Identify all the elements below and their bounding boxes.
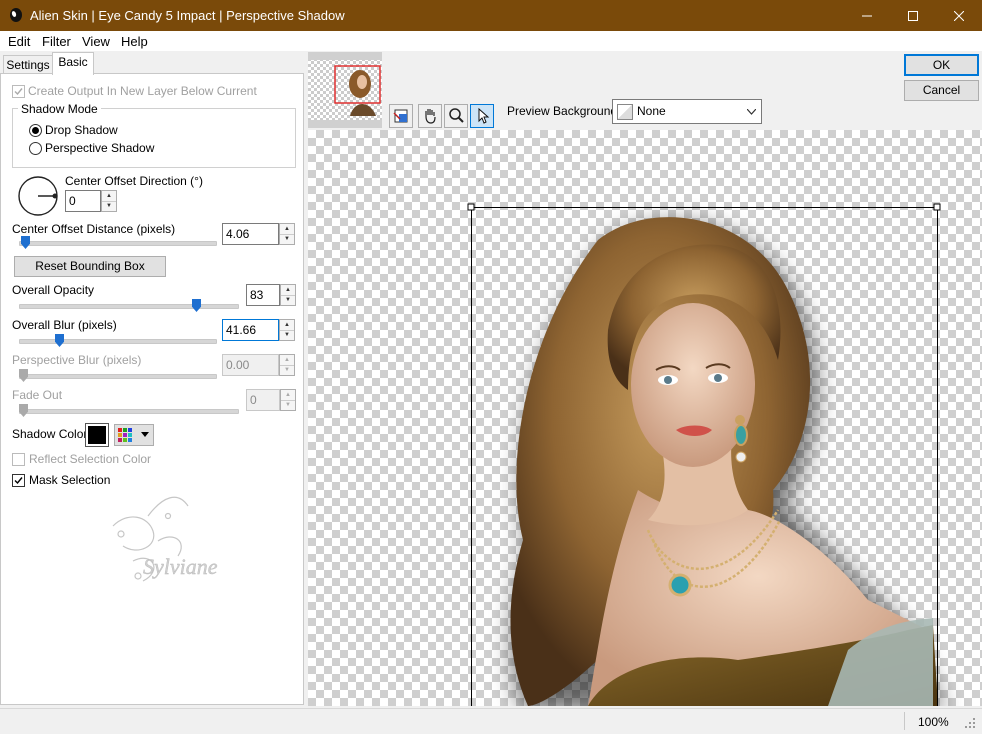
create-output-label: Create Output In New Layer Below Current [28,84,257,98]
perspective-blur-input[interactable]: 0.00 [222,354,279,376]
hand-tool-button[interactable] [418,104,442,128]
chevron-down-icon [141,432,149,437]
zoom-level: 100% [918,715,949,729]
background-swatch-icon [617,104,633,120]
perspective-blur-label: Perspective Blur (pixels) [12,353,142,367]
pointer-tool-icon [478,107,490,124]
pointer-tool-button[interactable] [470,104,494,128]
center-offset-distance-slider[interactable] [19,241,217,246]
drop-shadow-label: Drop Shadow [45,123,118,137]
checkmark-icon [14,88,23,96]
menu-filter[interactable]: Filter [42,34,71,49]
preview-image [467,203,942,706]
shadow-mode-group [12,108,296,168]
cancel-button[interactable]: Cancel [904,80,979,101]
tab-strip: Settings Basic [0,52,305,75]
zoom-tool-button[interactable] [444,104,468,128]
navigator-tool-button[interactable] [389,104,413,128]
drop-shadow-radio[interactable] [29,124,42,137]
center-offset-distance-label: Center Offset Distance (pixels) [12,222,176,236]
perspective-blur-stepper[interactable]: ▲ ▼ [279,354,295,376]
preview-background-value: None [637,104,666,118]
overall-blur-slider[interactable] [19,339,217,344]
center-offset-distance-input[interactable]: 4.06 [222,223,279,245]
fade-out-input[interactable]: 0 [246,389,280,411]
chevron-down-icon [747,109,756,115]
basic-settings-panel: Create Output In New Layer Below Current… [0,73,304,705]
window-title: Alien Skin | Eye Candy 5 Impact | Perspe… [30,8,345,23]
reset-bounding-box-button[interactable]: Reset Bounding Box [14,256,166,277]
ok-button[interactable]: OK [904,54,979,76]
overall-opacity-thumb[interactable] [192,299,201,312]
perspective-blur-slider[interactable] [19,374,217,379]
perspective-shadow-label: Perspective Shadow [45,141,155,155]
center-offset-direction-input[interactable]: 0 [65,190,101,212]
preview-background-label: Preview Background: [507,104,621,118]
center-offset-direction-stepper[interactable]: ▲ ▼ [101,190,117,212]
overall-opacity-input[interactable]: 83 [246,284,280,306]
fade-out-thumb[interactable] [19,404,28,417]
checkmark-icon [14,477,23,485]
fade-out-stepper[interactable]: ▲ ▼ [280,389,296,411]
tab-settings[interactable]: Settings [3,55,53,75]
fade-out-slider[interactable] [19,409,239,414]
perspective-shadow-radio[interactable] [29,142,42,155]
tab-basic[interactable]: Basic [52,52,94,75]
center-offset-distance-thumb[interactable] [21,236,30,249]
preview-background-dropdown[interactable]: None [612,99,762,124]
close-icon [954,10,964,21]
close-button[interactable] [936,0,982,31]
center-offset-direction-label: Center Offset Direction (°) [65,174,203,188]
overall-blur-label: Overall Blur (pixels) [12,318,117,332]
reflect-selection-color-label: Reflect Selection Color [29,452,152,466]
preview-navigator-icon [393,109,408,123]
color-palette-dropdown[interactable] [114,424,154,446]
fade-out-label: Fade Out [12,388,63,402]
create-output-checkbox[interactable] [12,85,25,98]
preview-canvas[interactable] [308,130,982,706]
signature-watermark: Sylviane [112,496,218,582]
mask-selection-label: Mask Selection [29,473,111,487]
menu-view[interactable]: View [82,34,110,49]
menu-help[interactable]: Help [121,34,148,49]
zoom-tool-icon [449,108,464,123]
minimize-button[interactable] [844,0,890,31]
menu-edit[interactable]: Edit [8,34,30,49]
title-bar: Alien Skin | Eye Candy 5 Impact | Perspe… [0,0,982,31]
perspective-blur-thumb[interactable] [19,369,28,382]
watermark-text: Sylviane [143,554,218,579]
maximize-button[interactable] [890,0,936,31]
resize-grip-icon[interactable] [964,717,976,729]
shadow-color-label: Shadow Color [12,427,88,441]
direction-dial[interactable] [17,175,59,217]
overall-blur-stepper[interactable]: ▲ ▼ [279,319,295,341]
overall-opacity-slider[interactable] [19,304,239,309]
menu-bar: Edit Filter View Help [0,31,982,51]
reflect-selection-color-checkbox[interactable] [12,453,25,466]
overall-blur-thumb[interactable] [55,334,64,347]
mask-selection-checkbox[interactable] [12,474,25,487]
overall-opacity-label: Overall Opacity [12,283,95,297]
palette-grid-icon [118,428,132,442]
navigator-thumbnail [308,60,382,120]
overall-opacity-stepper[interactable]: ▲ ▼ [280,284,296,306]
center-offset-distance-stepper[interactable]: ▲ ▼ [279,223,295,245]
alien-skin-app-icon [10,8,22,22]
maximize-icon [908,10,918,21]
shadow-mode-title: Shadow Mode [18,102,101,116]
status-divider [904,712,905,730]
minimize-icon [862,15,872,16]
hand-tool-icon [425,109,436,124]
status-bar: 100% [0,708,982,734]
overall-blur-input[interactable]: 41.66 [222,319,279,341]
shadow-color-swatch[interactable] [85,423,109,447]
preview-navigator[interactable] [308,52,382,128]
